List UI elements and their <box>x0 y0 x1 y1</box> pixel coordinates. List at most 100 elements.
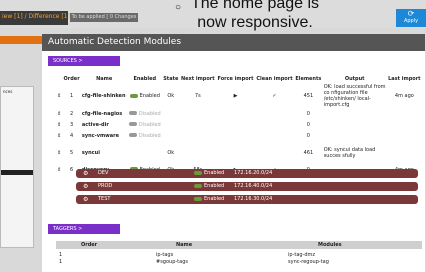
order-cell: 1 <box>70 93 74 99</box>
child-status: Enabled <box>204 170 225 176</box>
col-next-import: Next import <box>180 76 215 82</box>
col-last-import: Last import <box>388 76 421 82</box>
enabled-cell[interactable]: Disabled <box>128 108 162 119</box>
enabled-toggle[interactable] <box>128 111 137 115</box>
force-import-button[interactable] <box>216 141 255 164</box>
discovery-child-test[interactable]: ⚙ TEST Enabled 172.16.30.0/24 <box>76 195 418 204</box>
left-panel-selected-row[interactable] <box>1 170 33 175</box>
last-import-cell <box>387 141 422 164</box>
force-import-button[interactable]: ▶ <box>216 84 255 108</box>
page-title: Automatic Detection Modules <box>42 34 425 51</box>
state-cell <box>162 130 180 141</box>
name-cell[interactable]: cfg-file-shinken <box>81 84 128 108</box>
left-panel: nces <box>0 86 34 248</box>
tagger-row: 1 ip-tags ip-tag-dmz <box>56 251 422 258</box>
sources-table: Order Name Enabled State Next import For… <box>56 74 422 175</box>
col-output: Output <box>344 76 365 82</box>
source-row-cfg-file-shinken: ⇕ 1 cfg-file-shinken Enabled Ok 7s ▶ ✓ 451 OK: lo… <box>56 84 422 108</box>
taggers-section-button[interactable]: TAGGERS > <box>48 224 120 234</box>
name-cell[interactable]: sync-vmware <box>81 130 128 141</box>
bullet-icon: ○ <box>175 2 182 13</box>
refresh-icon: ⟳ <box>407 9 415 18</box>
enabled-cell[interactable]: Enabled <box>128 84 162 108</box>
order-cell: 4 <box>70 132 74 139</box>
taggers-header-row: Order Name Modules <box>56 241 422 249</box>
clean-import-button[interactable] <box>255 108 294 119</box>
state-cell <box>162 119 180 130</box>
name-cell[interactable]: syncui <box>81 141 128 164</box>
source-row-sync-vmware: ⇕ 4 sync-vmware Disabled 0 <box>56 130 422 141</box>
clean-import-button[interactable]: ✓ <box>255 84 294 108</box>
col-order: Order <box>63 76 80 82</box>
enabled-toggle[interactable] <box>128 122 137 126</box>
enabled-toggle[interactable] <box>194 184 202 188</box>
child-ip-range: 172.16.40.0/24 <box>234 183 273 189</box>
last-import-cell <box>387 130 422 141</box>
review-difference-link[interactable]: iew [1] / Difference [1] <box>2 13 70 20</box>
force-import-button[interactable] <box>216 108 255 119</box>
gear-icon: ⚙ <box>83 196 89 203</box>
next-import-cell <box>180 108 217 119</box>
child-ip-range: 172.16.30.0/24 <box>234 196 273 202</box>
state-cell: Ok <box>167 93 175 99</box>
order-cell: 5 <box>70 149 74 156</box>
col-clean-import: Clean import <box>256 76 293 82</box>
elements-cell: 0 <box>306 132 310 139</box>
enabled-cell[interactable] <box>128 141 162 164</box>
enabled-toggle[interactable] <box>194 171 202 175</box>
enabled-toggle[interactable] <box>194 197 202 201</box>
col-state: State <box>163 76 179 82</box>
overlay-line-1: The home page is <box>190 0 320 12</box>
name-cell[interactable]: active-dir <box>81 119 128 130</box>
tg-col-modules: Modules <box>318 242 342 248</box>
output-cell: OK: load successful from co nfiguration … <box>323 84 386 108</box>
last-import-cell: 4m ago <box>394 93 414 99</box>
elements-cell: 451 <box>303 93 314 99</box>
state-cell: Ok <box>167 149 175 156</box>
output-cell <box>323 119 387 130</box>
discovery-child-dev[interactable]: ⚙ DEV Enabled 172.16.20.0/24 <box>76 169 418 178</box>
elements-cell: 0 <box>306 110 310 117</box>
child-name: TEST <box>98 196 111 202</box>
tagger-name: #sgoup-tags <box>156 259 188 265</box>
enabled-label: Disabled <box>138 110 161 117</box>
name-cell[interactable]: cfg-file-nagios <box>81 108 128 119</box>
apply-label: Apply <box>403 18 419 24</box>
tg-col-name: Name <box>176 242 193 248</box>
orange-tab-bar <box>0 36 42 44</box>
clean-import-button[interactable] <box>255 141 294 164</box>
order-cell: 3 <box>70 121 74 128</box>
left-panel-label: nces <box>3 89 13 94</box>
discovery-child-prod[interactable]: ⚙ PROD Enabled 172.16.40.0/24 <box>76 182 418 191</box>
to-be-applied-button[interactable]: To be applied [ 0 Changes ] <box>70 13 138 29</box>
next-import-cell <box>180 119 217 130</box>
force-import-button[interactable] <box>216 130 255 141</box>
tagger-row: 1 #sgoup-tags sync-regoup-tag <box>56 258 422 265</box>
gear-icon: ⚙ <box>83 183 89 190</box>
sources-section-button[interactable]: SOURCES > <box>48 56 120 66</box>
force-import-button[interactable] <box>216 119 255 130</box>
tagger-modules: sync-regoup-tag <box>288 259 329 265</box>
last-import-cell <box>387 119 422 130</box>
enabled-label: Disabled <box>138 121 161 128</box>
apply-button[interactable]: ⟳ Apply <box>396 9 426 27</box>
enabled-cell[interactable]: Disabled <box>128 119 162 130</box>
output-cell <box>323 108 387 119</box>
enabled-toggle[interactable] <box>129 93 138 98</box>
enabled-cell[interactable]: Disabled <box>128 130 162 141</box>
clean-import-button[interactable] <box>255 130 294 141</box>
order-cell: 2 <box>70 110 74 117</box>
col-name: Name <box>96 76 113 82</box>
tagger-order: 1 <box>59 259 63 265</box>
child-name: DEV <box>98 170 109 176</box>
enabled-label: Disabled <box>138 132 161 139</box>
child-status: Enabled <box>204 183 225 189</box>
output-cell: OK: syncui data load succes sfully <box>323 146 376 159</box>
gear-icon: ⚙ <box>83 170 89 177</box>
clean-import-button[interactable] <box>255 119 294 130</box>
enabled-label: Enabled <box>139 93 160 99</box>
enabled-toggle[interactable] <box>128 133 137 137</box>
child-name: PROD <box>98 183 113 189</box>
child-status: Enabled <box>204 196 225 202</box>
release-note-overlay: ○ The home page is now responsive. <box>155 0 355 32</box>
